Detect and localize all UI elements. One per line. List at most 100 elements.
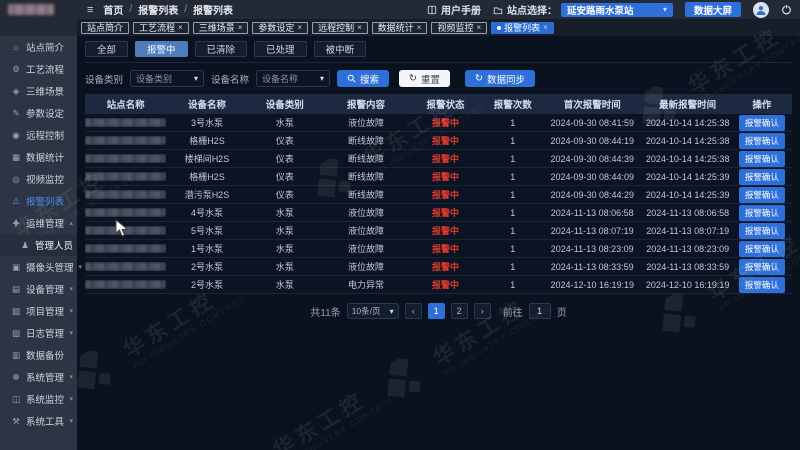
alarm-confirm-button[interactable]: 报警确认 <box>739 169 785 185</box>
chevron-icon: ▴ <box>69 219 73 227</box>
status-tab-已处理[interactable]: 已处理 <box>254 41 307 57</box>
sidebar-item-process[interactable]: ⚙工艺流程 <box>0 58 77 80</box>
sidebar-item-data-stats[interactable]: ▦数据统计 <box>0 146 77 168</box>
chevron-icon: ▾ <box>79 263 83 271</box>
station-name-cell <box>85 262 166 271</box>
prev-page-button[interactable]: ‹ <box>405 303 422 319</box>
sidebar-item-camera-manage[interactable]: ▣摄像头管理▾ <box>0 256 77 278</box>
view-tab[interactable]: 工艺流程× <box>133 22 189 34</box>
last-alarm-time-cell: 2024-12-10 16:19:19 <box>640 280 735 290</box>
device-name-select[interactable]: 设备名称 ▾ <box>256 70 330 87</box>
sidebar-item-project-manage[interactable]: ▧项目管理▾ <box>0 300 77 322</box>
close-icon[interactable]: × <box>238 23 243 32</box>
breadcrumb-item[interactable]: 报警列表 <box>193 2 233 17</box>
alarm-confirm-button[interactable]: 报警确认 <box>739 277 785 293</box>
alarm-confirm-button[interactable]: 报警确认 <box>739 259 785 275</box>
alarm-confirm-button[interactable]: 报警确认 <box>739 205 785 221</box>
status-tab-全部[interactable]: 全部 <box>85 41 128 57</box>
status-tab-已清除[interactable]: 已清除 <box>195 41 248 57</box>
sidebar-item-data-backup[interactable]: ▥数据备份 <box>0 344 77 366</box>
status-tab-被中断[interactable]: 被中断 <box>314 41 367 57</box>
redacted-station-name <box>85 226 166 235</box>
sidebar-item-params[interactable]: ✎参数设定 <box>0 102 77 124</box>
sidebar-item-person[interactable]: ♟管理人员 <box>0 234 77 256</box>
reset-button[interactable]: ↻ 重置 <box>399 70 450 87</box>
status-tab-报警中[interactable]: 报警中 <box>135 41 188 57</box>
goto-page-input[interactable] <box>529 303 551 319</box>
view-tab[interactable]: 报警列表× <box>491 22 554 34</box>
breadcrumb-item[interactable]: 首页 <box>103 2 123 17</box>
device-name-cell: 格栅H2S <box>166 170 247 183</box>
data-sync-button[interactable]: ↻ 数据同步 <box>465 70 535 87</box>
page-size-select[interactable]: 10条/页 ▾ <box>347 303 399 319</box>
view-tab[interactable]: 三维场景× <box>193 22 249 34</box>
page-button-1[interactable]: 1 <box>428 303 445 319</box>
user-manual-link[interactable]: 用户手册 <box>427 2 481 17</box>
data-backup-icon: ▥ <box>11 350 21 361</box>
category-select[interactable]: 设备类别 ▾ <box>130 70 204 87</box>
sidebar-item-ops-manage[interactable]: ✚运维管理▴ <box>0 212 77 234</box>
close-icon[interactable]: × <box>543 23 548 32</box>
column-header: 报警次数 <box>481 97 545 111</box>
sidebar-item-system-tools[interactable]: ⚒系统工具▾ <box>0 410 77 432</box>
next-page-button[interactable]: › <box>474 303 491 319</box>
sidebar-item-label: 项目管理 <box>26 304 64 318</box>
device-name-cell: 楼梯间H2S <box>166 152 247 165</box>
sidebar-item-label: 系统监控 <box>26 392 64 406</box>
view-tab[interactable]: 数据统计× <box>372 22 428 34</box>
sidebar-item-scene-3d[interactable]: ◈三维场景 <box>0 80 77 102</box>
search-button[interactable]: 搜索 <box>337 70 389 87</box>
view-tab[interactable]: 远程控制× <box>312 22 368 34</box>
video-monitor-icon: ◎ <box>11 174 21 185</box>
sidebar-item-remote-control[interactable]: ◉远程控制 <box>0 124 77 146</box>
alarm-confirm-button[interactable]: 报警确认 <box>739 223 785 239</box>
name-filter-label: 设备名称 <box>211 72 249 86</box>
power-icon[interactable] <box>781 4 792 15</box>
sidebar-item-alarm-list[interactable]: ⚠报警列表 <box>0 190 77 212</box>
sidebar-item-home[interactable]: ⌂站点简介 <box>0 36 77 58</box>
sidebar-item-video-monitor[interactable]: ◎视频监控 <box>0 168 77 190</box>
site-select-dropdown[interactable]: 延安路雨水泵站 ▾ <box>561 3 673 17</box>
station-name-cell <box>85 280 166 289</box>
sidebar-item-log-manage[interactable]: ▨日志管理▾ <box>0 322 77 344</box>
close-icon[interactable]: × <box>476 23 481 32</box>
last-alarm-time-cell: 2024-11-13 08:07:19 <box>640 226 735 236</box>
first-alarm-time-cell: 2024-09-30 08:44:19 <box>545 136 640 146</box>
alarm-confirm-button[interactable]: 报警确认 <box>739 133 785 149</box>
sidebar-item-label: 摄像头管理 <box>26 260 74 274</box>
last-alarm-time-cell: 2024-10-14 14:25:38 <box>640 136 735 146</box>
alarm-status-cell: 报警中 <box>410 206 481 219</box>
sidebar-item-label: 参数设定 <box>26 106 64 120</box>
alarm-confirm-button[interactable]: 报警确认 <box>739 241 785 257</box>
alarm-content-cell: 断线故障 <box>322 188 410 201</box>
avatar[interactable] <box>753 2 769 18</box>
alarm-confirm-button[interactable]: 报警确认 <box>739 151 785 167</box>
view-tab[interactable]: 参数设定× <box>252 22 308 34</box>
last-alarm-time-cell: 2024-11-13 08:33:59 <box>640 262 735 272</box>
alarm-content-cell: 液位故障 <box>322 224 410 237</box>
close-icon[interactable]: × <box>178 23 183 32</box>
sidebar-item-system-monitor[interactable]: ◫系统监控▾ <box>0 388 77 410</box>
sidebar-item-device-manage[interactable]: ▤设备管理▾ <box>0 278 77 300</box>
ops-manage-icon: ✚ <box>11 218 21 229</box>
device-category-cell: 水泵 <box>248 278 322 291</box>
view-tab[interactable]: 站点简介 <box>81 22 129 34</box>
page-button-2[interactable]: 2 <box>451 303 468 319</box>
device-manage-icon: ▤ <box>11 284 21 295</box>
close-icon[interactable]: × <box>297 23 302 32</box>
view-tab[interactable]: 视频监控× <box>431 22 487 34</box>
alarm-confirm-button[interactable]: 报警确认 <box>739 187 785 203</box>
sidebar-item-system-manage[interactable]: ☸系统管理▾ <box>0 366 77 388</box>
alarm-content-cell: 电力异常 <box>322 278 410 291</box>
home-icon: ⌂ <box>11 42 21 52</box>
alarm-confirm-button[interactable]: 报警确认 <box>739 115 785 131</box>
sidebar-collapse-icon[interactable]: ≡ <box>87 4 93 16</box>
breadcrumb-item[interactable]: 报警列表 <box>138 2 178 17</box>
column-header: 首次报警时间 <box>545 97 640 111</box>
table-row: 1号水泵水泵液位故障报警中12024-11-13 08:23:092024-11… <box>85 240 792 258</box>
close-icon[interactable]: × <box>417 23 422 32</box>
last-alarm-time-cell: 2024-11-13 08:06:58 <box>640 208 735 218</box>
action-cell: 报警确认 <box>735 115 788 131</box>
close-icon[interactable]: × <box>357 23 362 32</box>
big-screen-button[interactable]: 数据大屏 <box>685 2 741 17</box>
